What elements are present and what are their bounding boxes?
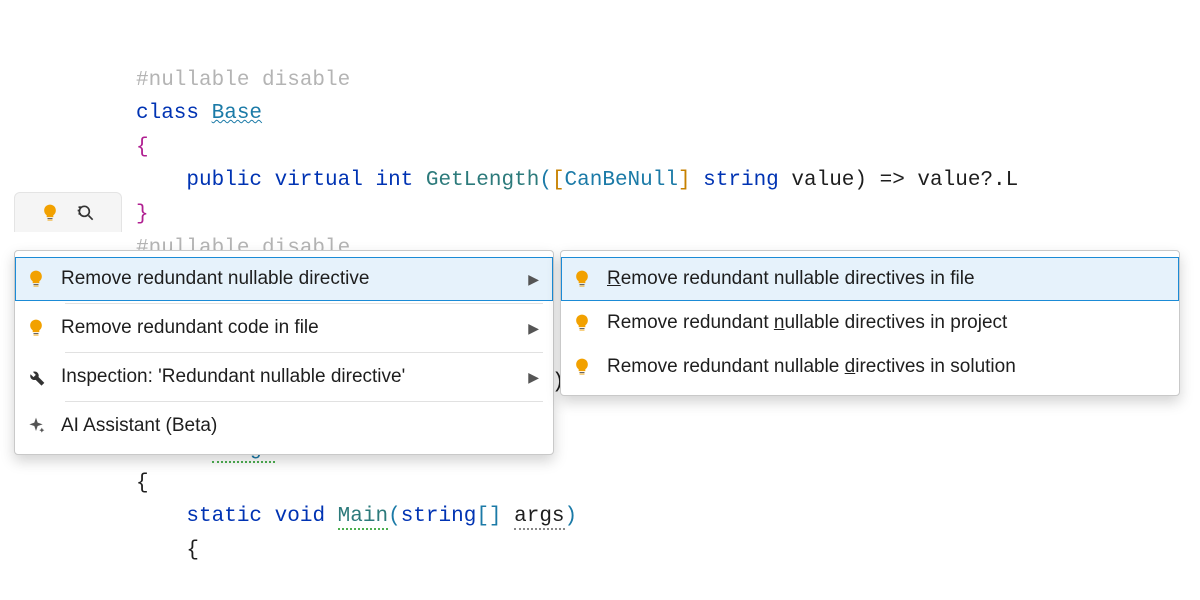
method-main: Main xyxy=(338,505,388,530)
class-name: Base xyxy=(212,102,262,125)
submenu-arrow-icon: ▶ xyxy=(528,369,539,386)
sparkle-icon xyxy=(25,415,47,437)
menu-item-remove-redundant-directive[interactable]: Remove redundant nullable directive ▶ xyxy=(15,257,553,301)
submenu-item-solution[interactable]: Remove redundant nullable directives in … xyxy=(561,345,1179,389)
submenu-item-project[interactable]: Remove redundant nullable directives in … xyxy=(561,301,1179,345)
menu-item-ai-assistant[interactable]: AI Assistant (Beta) xyxy=(15,404,553,448)
menu-item-label: Remove redundant nullable directive xyxy=(61,268,514,290)
menu-separator xyxy=(65,352,543,353)
brace-open: { xyxy=(136,136,149,159)
quickfix-menu: Remove redundant nullable directive ▶ Re… xyxy=(14,250,554,455)
lightbulb-icon xyxy=(571,268,593,290)
menu-item-remove-redundant-code[interactable]: Remove redundant code in file ▶ xyxy=(15,306,553,350)
lightbulb-icon xyxy=(571,356,593,378)
lightbulb-icon xyxy=(39,202,61,224)
lightbulb-icon xyxy=(25,317,47,339)
wrench-icon xyxy=(25,366,47,388)
menu-item-label: Remove redundant code in file xyxy=(61,317,514,339)
menu-item-inspection[interactable]: Inspection: 'Redundant nullable directiv… xyxy=(15,355,553,399)
submenu-arrow-icon: ▶ xyxy=(528,320,539,337)
inspect-icon xyxy=(75,202,97,224)
lightbulb-icon xyxy=(571,312,593,334)
menu-separator xyxy=(65,401,543,402)
quickfix-toolbar[interactable] xyxy=(14,192,122,232)
submenu-item-label: Remove redundant nullable directives in … xyxy=(607,312,1165,334)
submenu-item-label: Remove redundant nullable directives in … xyxy=(607,356,1165,378)
lightbulb-icon xyxy=(25,268,47,290)
menu-item-label: Inspection: 'Redundant nullable directiv… xyxy=(61,366,514,388)
submenu-arrow-icon: ▶ xyxy=(528,271,539,288)
keyword-class: class xyxy=(136,102,212,125)
directive: #nullable disable xyxy=(136,69,350,92)
brace-close: } xyxy=(136,203,149,226)
quickfix-submenu: Remove redundant nullable directives in … xyxy=(560,250,1180,396)
menu-item-label: AI Assistant (Beta) xyxy=(61,415,539,437)
submenu-item-file[interactable]: Remove redundant nullable directives in … xyxy=(561,257,1179,301)
submenu-item-label: Remove redundant nullable directives in … xyxy=(607,268,1165,290)
menu-separator xyxy=(65,303,543,304)
method-name: GetLength xyxy=(426,169,539,192)
